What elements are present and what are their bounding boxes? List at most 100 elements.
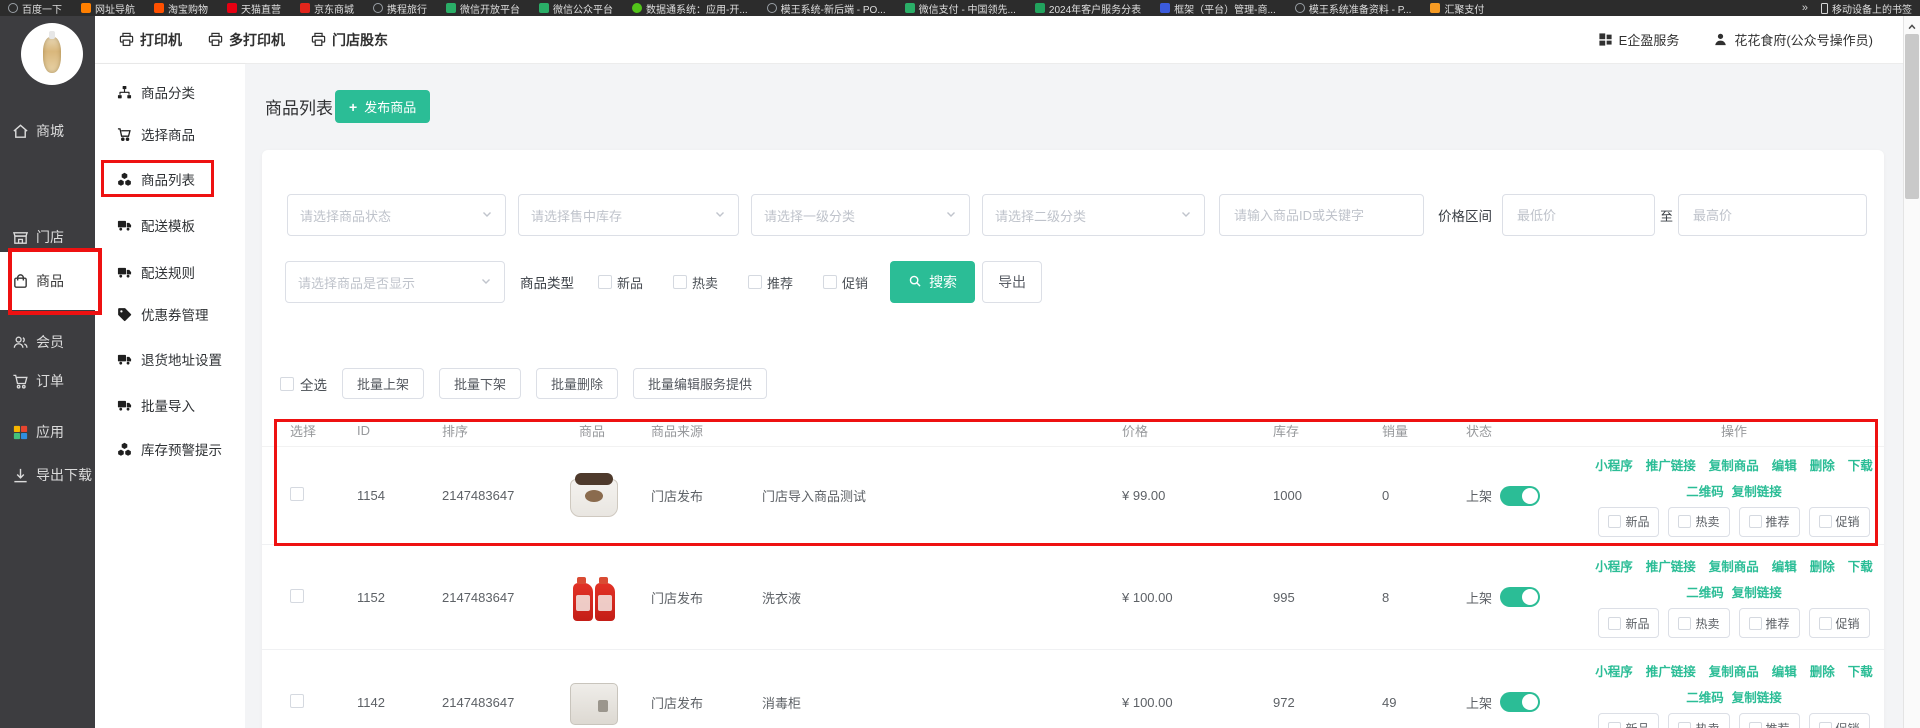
sidebar-item-应用[interactable]: 应用 <box>0 412 95 452</box>
action-link-复制商品[interactable]: 复制商品 <box>1709 455 1759 474</box>
action-link-二维码[interactable]: 二维码 <box>1686 687 1724 706</box>
bookmark-item[interactable]: 汇聚支付 <box>1430 1 1484 16</box>
keyword-input[interactable] <box>1232 207 1411 224</box>
bookmark-item[interactable]: 百度一下 <box>8 1 62 16</box>
header-nav-2[interactable]: 门店股东 <box>311 30 388 50</box>
bookmark-item[interactable]: 携程旅行 <box>373 1 427 16</box>
bookmark-item[interactable]: 模王系统-新后端 - PO... <box>767 1 886 16</box>
sidebar-item-会员[interactable]: 会员 <box>0 322 95 362</box>
sidebar-item-商城[interactable]: 商城 <box>0 111 95 151</box>
tag-checkbox-促销[interactable]: 促销 <box>1809 507 1870 537</box>
action-link-下载[interactable]: 下载 <box>1848 455 1873 474</box>
bookmark-item[interactable]: 框架（平台）管理-商... <box>1160 1 1276 16</box>
bookmark-item[interactable]: 微信支付 - 中国领先... <box>905 1 1016 16</box>
action-link-二维码[interactable]: 二维码 <box>1686 582 1724 601</box>
tag-checkbox-推荐[interactable]: 推荐 <box>1739 507 1800 537</box>
checkbox-icon[interactable] <box>1608 722 1621 728</box>
tag-checkbox-新品[interactable]: 新品 <box>1598 507 1659 537</box>
header-nav-1[interactable]: 多打印机 <box>208 30 285 50</box>
store-logo-avatar[interactable] <box>21 23 83 85</box>
bookmark-item[interactable]: 数据通系统：应用-开... <box>632 1 748 16</box>
search-button[interactable]: 搜索 <box>890 261 975 303</box>
action-link-小程序[interactable]: 小程序 <box>1595 556 1633 575</box>
select-all-checkbox[interactable]: 全选 <box>280 374 327 394</box>
tag-checkbox-热卖[interactable]: 热卖 <box>1668 713 1729 728</box>
filter-select-2[interactable]: 请选择一级分类 <box>751 194 970 236</box>
submenu-item-优惠券管理[interactable]: 优惠券管理 <box>95 301 245 327</box>
scrollbar-thumb[interactable] <box>1905 34 1919 199</box>
type-checkbox-热卖[interactable]: 热卖 <box>673 273 718 292</box>
tag-checkbox-推荐[interactable]: 推荐 <box>1739 608 1800 638</box>
action-link-小程序[interactable]: 小程序 <box>1595 661 1633 680</box>
bookmark-item[interactable]: 微信公众平台 <box>539 1 613 16</box>
submenu-item-配送模板[interactable]: 配送模板 <box>95 212 245 238</box>
tag-checkbox-促销[interactable]: 促销 <box>1809 608 1870 638</box>
action-link-删除[interactable]: 删除 <box>1810 455 1835 474</box>
sidebar-item-门店[interactable]: 门店 <box>0 217 95 257</box>
submenu-item-批量导入[interactable]: 批量导入 <box>95 392 245 418</box>
action-link-复制链接[interactable]: 复制链接 <box>1732 582 1782 601</box>
checkbox-icon[interactable] <box>823 275 837 289</box>
submenu-item-商品分类[interactable]: 商品分类 <box>95 79 245 105</box>
submenu-item-库存预警提示[interactable]: 库存预警提示 <box>95 436 245 462</box>
submenu-item-配送规则[interactable]: 配送规则 <box>95 259 245 285</box>
checkbox-icon[interactable] <box>748 275 762 289</box>
tag-checkbox-新品[interactable]: 新品 <box>1598 713 1659 728</box>
checkbox-icon[interactable] <box>1749 617 1762 630</box>
submenu-item-退货地址设置[interactable]: 退货地址设置 <box>95 346 245 372</box>
max-price-input[interactable] <box>1691 207 1854 224</box>
action-link-下载[interactable]: 下载 <box>1848 556 1873 575</box>
checkbox-icon[interactable] <box>1819 515 1832 528</box>
filter-select-1[interactable]: 请选择售中库存 <box>518 194 739 236</box>
tag-checkbox-推荐[interactable]: 推荐 <box>1739 713 1800 728</box>
tag-checkbox-热卖[interactable]: 热卖 <box>1668 608 1729 638</box>
header-nav-0[interactable]: 打印机 <box>119 30 182 50</box>
checkbox-icon[interactable] <box>1608 515 1621 528</box>
bookmark-item[interactable]: 模王系统准备资料 - P... <box>1295 1 1412 16</box>
checkbox-icon[interactable] <box>280 377 294 391</box>
action-link-复制商品[interactable]: 复制商品 <box>1709 556 1759 575</box>
action-link-编辑[interactable]: 编辑 <box>1772 455 1797 474</box>
row-checkbox[interactable] <box>290 487 304 501</box>
checkbox-icon[interactable] <box>1608 617 1621 630</box>
services-menu[interactable]: E企盈服务 <box>1598 30 1680 49</box>
checkbox-icon[interactable] <box>1678 515 1691 528</box>
checkbox-icon[interactable] <box>1678 617 1691 630</box>
batch-button-批量删除[interactable]: 批量删除 <box>536 368 618 399</box>
action-link-下载[interactable]: 下载 <box>1848 661 1873 680</box>
bookmark-item[interactable]: 微信开放平台 <box>446 1 520 16</box>
display-filter-select[interactable]: 请选择商品是否显示 <box>285 261 505 303</box>
checkbox-icon[interactable] <box>673 275 687 289</box>
batch-button-批量编辑服务提供[interactable]: 批量编辑服务提供 <box>633 368 767 399</box>
batch-button-批量上架[interactable]: 批量上架 <box>342 368 424 399</box>
sidebar-item-订单[interactable]: 订单 <box>0 361 95 401</box>
row-checkbox[interactable] <box>290 589 304 603</box>
action-link-推广链接[interactable]: 推广链接 <box>1646 556 1696 575</box>
checkbox-icon[interactable] <box>598 275 612 289</box>
mobile-bookmarks-item[interactable]: 移动设备上的书签 <box>1821 1 1912 16</box>
min-price-input[interactable] <box>1515 207 1642 224</box>
export-button[interactable]: 导出 <box>982 261 1042 303</box>
action-link-推广链接[interactable]: 推广链接 <box>1646 455 1696 474</box>
sidebar-item-商品[interactable]: 商品 <box>0 252 95 310</box>
type-checkbox-新品[interactable]: 新品 <box>598 273 643 292</box>
status-toggle[interactable] <box>1500 587 1540 607</box>
scroll-up-arrow-icon[interactable] <box>1907 19 1917 29</box>
checkbox-icon[interactable] <box>1749 722 1762 728</box>
bookmark-item[interactable]: 淘宝购物 <box>154 1 208 16</box>
bookmark-item[interactable]: 天猫直营 <box>227 1 281 16</box>
submenu-item-商品列表[interactable]: 商品列表 <box>95 166 245 192</box>
action-link-编辑[interactable]: 编辑 <box>1772 556 1797 575</box>
type-checkbox-推荐[interactable]: 推荐 <box>748 273 793 292</box>
batch-button-批量下架[interactable]: 批量下架 <box>439 368 521 399</box>
tag-checkbox-热卖[interactable]: 热卖 <box>1668 507 1729 537</box>
tag-checkbox-促销[interactable]: 促销 <box>1809 713 1870 728</box>
bookmark-item[interactable]: 京东商城 <box>300 1 354 16</box>
bookmark-item[interactable]: 网址导航 <box>81 1 135 16</box>
sidebar-item-导出下载[interactable]: 导出下载 <box>0 455 95 495</box>
submenu-item-选择商品[interactable]: 选择商品 <box>95 121 245 147</box>
action-link-删除[interactable]: 删除 <box>1810 556 1835 575</box>
publish-product-button[interactable]: + 发布商品 <box>335 90 430 123</box>
type-checkbox-促销[interactable]: 促销 <box>823 273 868 292</box>
checkbox-icon[interactable] <box>1749 515 1762 528</box>
